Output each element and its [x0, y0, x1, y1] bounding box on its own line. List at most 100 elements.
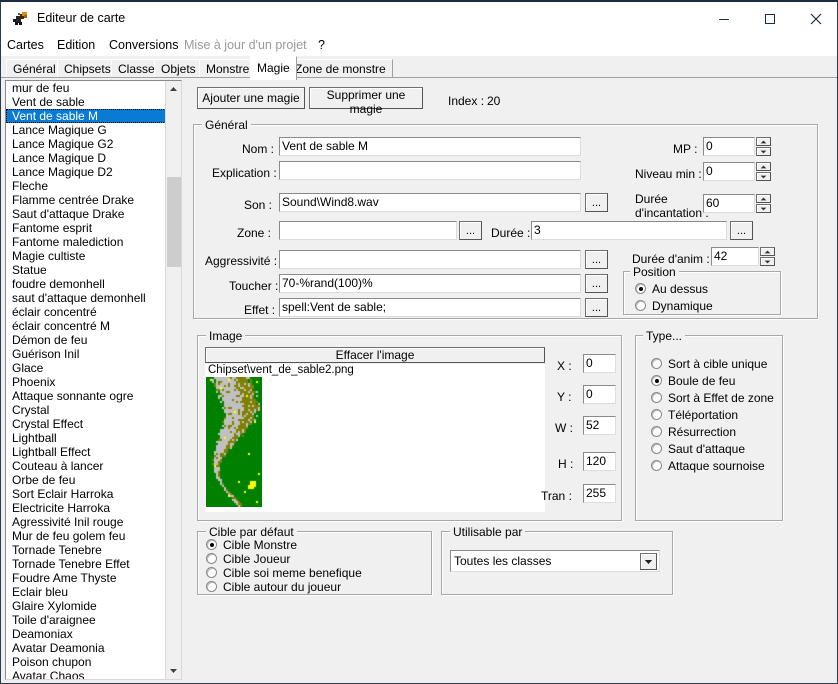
list-item[interactable]: Saut d'attaque Drake [6, 207, 166, 221]
mp-input[interactable]: 0 [703, 137, 755, 156]
list-item[interactable]: Orbe de feu [6, 473, 166, 487]
type-radio-sort-cible-unique[interactable]: Sort à cible unique [651, 357, 767, 371]
aggressivite-input[interactable] [279, 250, 581, 269]
tab-zone-de-monstre[interactable]: Zone de monstre [288, 59, 393, 78]
type-radio-attaque-sournoise[interactable]: Attaque sournoise [651, 459, 765, 473]
nom-input[interactable]: Vent de sable M [279, 137, 581, 156]
list-item[interactable]: Eclair bleu [6, 585, 166, 599]
list-item[interactable]: Avatar Chaos [6, 669, 166, 680]
list-item[interactable]: Tornade Tenebre Effet [6, 557, 166, 571]
list-item[interactable]: Lance Magique D [6, 151, 166, 165]
toucher-input[interactable]: 70-%rand(100)% [279, 274, 581, 293]
list-item[interactable]: Toile d'araignee [6, 613, 166, 627]
list-item[interactable]: Foudre Ame Thyste [6, 571, 166, 585]
maximize-icon[interactable] [747, 2, 793, 35]
type-radio-saut-attaque[interactable]: Saut d'attaque [651, 442, 745, 456]
list-item[interactable]: Statue [6, 263, 166, 277]
list-item[interactable]: mur de feu [6, 81, 166, 95]
close-icon[interactable] [793, 2, 838, 35]
list-item[interactable]: Flamme centrée Drake [6, 193, 166, 207]
list-item[interactable]: Couteau à lancer [6, 459, 166, 473]
list-item[interactable]: Lance Magique G2 [6, 137, 166, 151]
duree-anim-input[interactable]: 42 [711, 247, 759, 266]
list-item[interactable]: Glaire Xylomide [6, 599, 166, 613]
niveau-min-stepper-up-icon[interactable] [756, 162, 771, 171]
menu-item-edition[interactable]: Edition [57, 38, 95, 52]
type-radio-resurrection[interactable]: Résurrection [651, 425, 736, 439]
list-item[interactable]: Electricite Harroka [6, 501, 166, 515]
list-item[interactable]: Attaque sonnante ogre [6, 389, 166, 403]
list-item[interactable]: foudre demonhell [6, 277, 166, 291]
niveau-min-stepper[interactable] [756, 162, 771, 181]
add-spell-button[interactable]: Ajouter une magie [197, 87, 305, 109]
minimize-icon[interactable] [701, 2, 747, 35]
scrollbar-thumb[interactable] [167, 177, 181, 267]
duree-anim-stepper-up-icon[interactable] [760, 247, 775, 256]
list-item[interactable]: Glace [6, 361, 166, 375]
image-preview[interactable]: Chipset\vent_de_sable2.png [205, 364, 545, 512]
position-radio-dynamique[interactable]: Dynamique [635, 299, 713, 313]
mp-stepper-down-icon[interactable] [756, 147, 771, 156]
list-item[interactable]: éclair concentré [6, 305, 166, 319]
list-item[interactable]: Vent de sable M [6, 109, 166, 123]
default-target-radio-soi-meme[interactable]: Cible soi meme benefique [206, 566, 362, 580]
list-item[interactable]: Mur de feu golem feu [6, 529, 166, 543]
usable-by-select[interactable]: Toutes les classes [450, 550, 660, 572]
tab-objets[interactable]: Objets [154, 59, 203, 78]
list-item[interactable]: Magie cultiste [6, 249, 166, 263]
tab-monstre[interactable]: Monstre [199, 59, 256, 78]
list-item[interactable]: Lance Magique D2 [6, 165, 166, 179]
list-item[interactable]: Lance Magique G [6, 123, 166, 137]
default-target-radio-monstre[interactable]: Cible Monstre [206, 538, 297, 552]
duree-incantation-stepper-down-icon[interactable] [756, 204, 771, 213]
scroll-down-icon[interactable] [166, 663, 181, 679]
menu-item-help[interactable]: ? [318, 38, 325, 52]
explication-input[interactable] [279, 161, 581, 180]
list-item[interactable]: Lightball [6, 431, 166, 445]
son-input[interactable]: Sound\Wind8.wav [279, 193, 581, 212]
duree-browse-button[interactable]: ... [730, 221, 753, 240]
niveau-min-stepper-down-icon[interactable] [756, 172, 771, 181]
niveau-min-input[interactable]: 0 [703, 162, 755, 181]
image-y-input[interactable]: 0 [583, 385, 616, 404]
list-item[interactable]: Démon de feu [6, 333, 166, 347]
image-x-input[interactable]: 0 [583, 354, 616, 373]
son-browse-button[interactable]: ... [585, 193, 608, 212]
list-item[interactable]: Vent de sable [6, 95, 166, 109]
chevron-down-icon[interactable] [640, 553, 657, 570]
duree-incantation-input[interactable]: 60 [703, 194, 755, 213]
delete-spell-button[interactable]: Supprimer une magie [309, 87, 423, 109]
list-item[interactable]: Tornade Tenebre [6, 543, 166, 557]
list-item[interactable]: Sort Eclair Harroka [6, 487, 166, 501]
list-item[interactable]: Lightball Effect [6, 445, 166, 459]
effet-input[interactable]: spell:Vent de sable; [279, 298, 581, 317]
menu-item-conversions[interactable]: Conversions [109, 38, 178, 52]
aggressivite-browse-button[interactable]: ... [585, 250, 608, 269]
mp-stepper-up-icon[interactable] [756, 137, 771, 146]
spell-list[interactable]: mur de feuVent de sableVent de sable MLa… [5, 80, 182, 680]
list-item[interactable]: Fantome esprit [6, 221, 166, 235]
list-item[interactable]: saut d'attaque demonhell [6, 291, 166, 305]
zone-browse-button[interactable]: ... [459, 221, 482, 240]
list-item[interactable]: Phoenix [6, 375, 166, 389]
list-item[interactable]: Avatar Deamonia [6, 641, 166, 655]
list-item[interactable]: éclair concentré M [6, 319, 166, 333]
list-item[interactable]: Crystal [6, 403, 166, 417]
type-radio-sort-effet-zone[interactable]: Sort à Effet de zone [651, 391, 774, 405]
type-radio-boule-de-feu[interactable]: Boule de feu [651, 374, 735, 388]
toucher-browse-button[interactable]: ... [585, 274, 608, 293]
duree-incantation-stepper[interactable] [756, 194, 771, 213]
tab-general[interactable]: Général [6, 59, 63, 78]
list-item[interactable]: Guérison Inil [6, 347, 166, 361]
scroll-up-icon[interactable] [166, 81, 181, 97]
clear-image-button[interactable]: Effacer l'image [205, 347, 545, 363]
effet-browse-button[interactable]: ... [585, 298, 608, 317]
image-h-input[interactable]: 120 [583, 452, 616, 471]
list-item[interactable]: Poison chupon [6, 655, 166, 669]
type-radio-teleportation[interactable]: Téléportation [651, 408, 738, 422]
tab-magie[interactable]: Magie [250, 56, 297, 80]
list-item[interactable]: Deamoniax [6, 627, 166, 641]
duree-anim-stepper[interactable] [760, 247, 775, 266]
list-item[interactable]: Crystal Effect [6, 417, 166, 431]
spell-list-scrollbar[interactable] [165, 81, 181, 679]
